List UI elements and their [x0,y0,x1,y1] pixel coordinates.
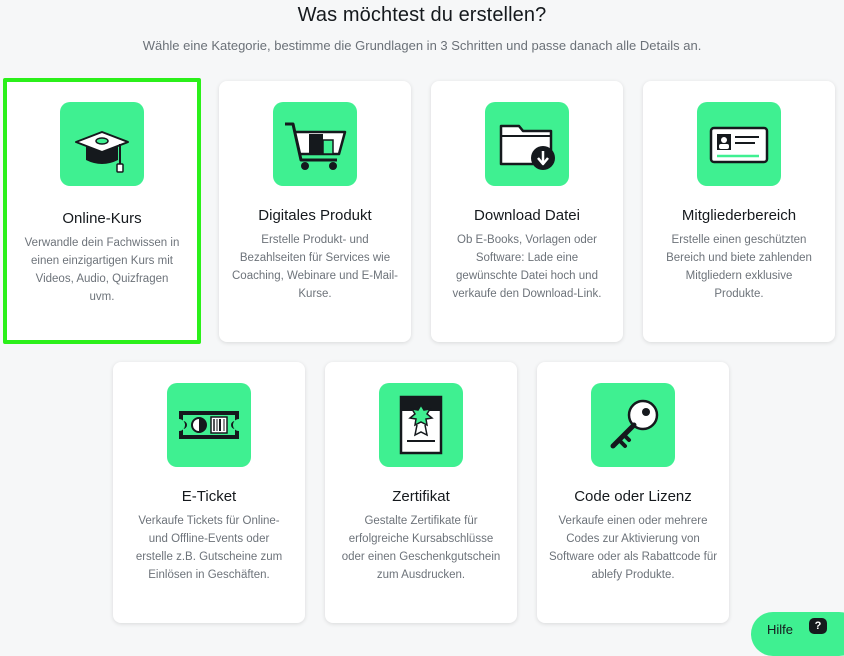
card-description: Erstelle Produkt- und Bezahlseiten für S… [232,234,398,300]
category-card-digital-product[interactable]: Digitales Produkt Erstelle Produkt- und … [219,81,411,342]
card-title: Digitales Produkt [258,207,372,224]
card-description: Erstelle einen geschützten Bereich und b… [666,234,812,300]
category-card-online-course[interactable]: Online-Kurs Verwandle dein Fachwissen in… [3,78,201,344]
page-title: Was möchtest du erstellen? [297,4,547,26]
category-card-certificate[interactable]: Zertifikat Gestalte Zertifikate für erfo… [325,362,517,623]
help-chat-icon: ? [809,618,827,634]
page-subtitle: Wähle eine Kategorie, bestimme die Grund… [142,38,702,53]
key-icon [591,383,675,467]
card-description: Verkaufe Tickets für Online- und Offline… [135,515,283,581]
card-description: Verkaufe einen oder mehrere Codes zur Ak… [548,515,718,581]
folder-download-icon [485,102,569,186]
card-title: Download Datei [474,207,580,224]
help-button[interactable]: Hilfe ? [751,612,844,656]
card-title: Code oder Lizenz [574,488,692,505]
card-title: Online-Kurs [62,210,142,227]
card-description: Verwandle dein Fachwissen in einen einzi… [24,237,180,303]
category-card-membership[interactable]: Mitgliederbereich Erstelle einen geschüt… [643,81,835,342]
card-title: Mitgliederbereich [681,207,797,224]
help-button-label: Hilfe [767,622,794,637]
graduation-cap-icon [60,102,144,186]
card-title: E-Ticket [181,488,237,505]
category-card-download-file[interactable]: Download Datei Ob E-Books, Vorlagen oder… [431,81,623,342]
category-card-code-license[interactable]: Code oder Lizenz Verkaufe einen oder meh… [537,362,729,623]
card-title: Zertifikat [392,488,450,505]
card-description: Ob E-Books, Vorlagen oder Software: Lade… [452,234,602,300]
shopping-cart-icon [273,102,357,186]
category-card-e-ticket[interactable]: E-Ticket Verkaufe Tickets für Online- un… [113,362,305,623]
card-description: Gestalte Zertifikate für erfolgreiche Ku… [341,515,501,581]
ticket-icon [167,383,251,467]
certificate-icon [379,383,463,467]
member-card-icon [697,102,781,186]
